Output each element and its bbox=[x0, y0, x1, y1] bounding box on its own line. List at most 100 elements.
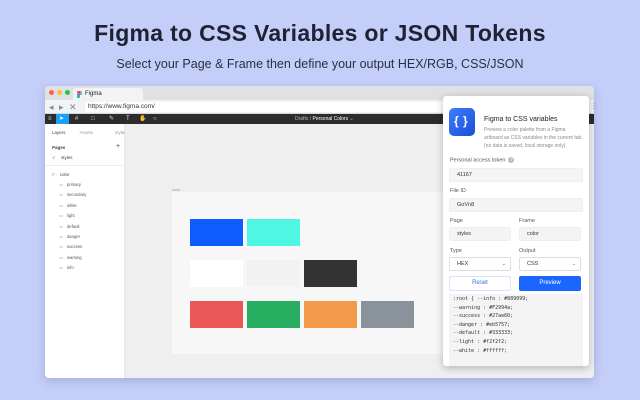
page-headline: Figma to CSS Variables or JSON Tokens bbox=[94, 20, 546, 46]
help-icon[interactable]: ? bbox=[508, 157, 515, 163]
code-line: :root { --info : #889099; bbox=[453, 296, 529, 302]
layer-item-label: secondary bbox=[66, 192, 87, 198]
layer-item-white[interactable]: ▭ white bbox=[59, 203, 77, 208]
color-swatch[interactable] bbox=[304, 260, 357, 287]
breadcrumb-drafts[interactable]: Drafts bbox=[295, 116, 308, 122]
layer-item-warning[interactable]: ▭ warning bbox=[59, 255, 82, 260]
frame-tool-icon[interactable]: # bbox=[75, 115, 78, 123]
rectangle-icon: ▭ bbox=[59, 234, 63, 239]
browser-tab[interactable]: Figma bbox=[73, 88, 143, 100]
color-swatch[interactable] bbox=[190, 260, 243, 287]
text-tool-icon[interactable]: T bbox=[126, 115, 130, 123]
layer-frame-color[interactable]: # color bbox=[52, 172, 70, 177]
rectangle-icon: ▭ bbox=[59, 202, 63, 208]
layer-frame-label: color bbox=[59, 172, 70, 177]
browser-tab-title: Figma bbox=[85, 91, 102, 97]
layer-item-label: primary bbox=[66, 182, 81, 187]
output-label: Output bbox=[519, 248, 536, 254]
figma-logo-icon bbox=[77, 90, 82, 98]
breadcrumb: Drafts / Personal Colors ⌄ bbox=[295, 116, 354, 122]
check-icon: ✓ bbox=[52, 155, 56, 160]
layer-item-label: info bbox=[66, 265, 74, 271]
add-page-icon[interactable]: + bbox=[116, 143, 120, 150]
shape-tool-icon[interactable]: □ bbox=[91, 115, 95, 123]
rectangle-icon: ▭ bbox=[59, 182, 63, 187]
tab-layers[interactable]: Layers bbox=[52, 130, 66, 135]
code-line: --success : #27ae60; bbox=[453, 313, 514, 320]
code-line: --white : #ffffff; bbox=[453, 347, 508, 354]
frame-field[interactable]: color bbox=[519, 227, 581, 241]
token-field[interactable]: 41167 bbox=[449, 168, 583, 182]
color-swatch[interactable] bbox=[304, 301, 357, 328]
rectangle-icon: ▭ bbox=[59, 223, 63, 229]
extension-popup: {} Figma to CSS variables Preview a colo… bbox=[443, 96, 589, 366]
color-frame[interactable] bbox=[172, 192, 444, 354]
color-swatch[interactable] bbox=[247, 219, 300, 246]
extension-title: Figma to CSS variables bbox=[484, 116, 558, 123]
css-output-code[interactable]: :root { --info : #889099; --warning : #F2… bbox=[449, 294, 583, 366]
layer-item-danger[interactable]: ▭ danger bbox=[59, 234, 80, 239]
layer-item-label: success bbox=[66, 244, 83, 250]
sidebar-divider bbox=[45, 165, 125, 166]
cursor-icon: ➤ bbox=[59, 116, 65, 122]
rectangle-icon: ▭ bbox=[59, 244, 63, 250]
layer-item-label: default bbox=[66, 223, 80, 229]
file-id-label: File ID bbox=[450, 188, 466, 194]
type-select[interactable]: HEX ⌄ bbox=[449, 257, 511, 271]
layer-item-success[interactable]: ▭ success bbox=[59, 244, 82, 249]
chevron-down-icon: ⌄ bbox=[501, 261, 506, 267]
comment-tool-icon[interactable]: ○ bbox=[153, 115, 157, 123]
frame-icon: # bbox=[52, 172, 55, 177]
layer-item-secondary[interactable]: ▭ secondary bbox=[59, 192, 86, 197]
page-subheadline: Select your Page & Frame then define you… bbox=[116, 57, 524, 71]
close-window-dot[interactable] bbox=[49, 90, 54, 95]
reset-button[interactable]: Reset bbox=[449, 276, 511, 291]
breadcrumb-file-name[interactable]: Personal Colors bbox=[313, 116, 349, 122]
color-swatch[interactable] bbox=[247, 301, 300, 328]
color-swatch[interactable] bbox=[190, 219, 243, 246]
code-line: --light : #f2f2f2; bbox=[453, 338, 508, 345]
rectangle-icon: ▭ bbox=[59, 192, 63, 198]
token-label: Personal access token? bbox=[450, 157, 515, 164]
type-select-value: HEX bbox=[457, 261, 469, 267]
forward-arrow-icon[interactable]: ▸ bbox=[59, 101, 64, 113]
more-menu-icon[interactable]: ⋮ bbox=[590, 101, 594, 110]
code-line: --warning : #F2994a; bbox=[453, 304, 514, 311]
chevron-down-icon: ⌄ bbox=[571, 261, 576, 267]
layer-item-primary[interactable]: ▭ primary bbox=[59, 182, 81, 187]
pages-heading: Pages bbox=[52, 145, 66, 150]
color-swatch[interactable] bbox=[361, 301, 414, 328]
output-select-value: CSS bbox=[527, 261, 539, 267]
chevron-down-icon[interactable]: ⌄ bbox=[349, 116, 353, 122]
page-item-label: styles bbox=[61, 155, 73, 160]
layer-item-label: white bbox=[66, 202, 77, 208]
file-id-field[interactable]: GoVn8 bbox=[449, 198, 583, 212]
close-icon[interactable]: ✕ bbox=[69, 101, 77, 113]
frame-field-label: Frame bbox=[519, 218, 535, 224]
code-line: --default : #333333; bbox=[453, 330, 514, 337]
layer-item-info[interactable]: ▭ info bbox=[59, 265, 74, 270]
pen-tool-icon[interactable]: ✎ bbox=[109, 115, 114, 123]
extension-description: Preview a color palette from a Figma art… bbox=[484, 127, 583, 149]
extension-logo-icon: {} bbox=[449, 108, 475, 136]
minimize-window-dot[interactable] bbox=[57, 90, 62, 95]
layer-item-light[interactable]: ▭ light bbox=[59, 213, 75, 218]
page-field[interactable]: styles bbox=[449, 227, 511, 241]
type-label: Type bbox=[450, 248, 462, 254]
layer-item-label: warning bbox=[66, 254, 82, 260]
layer-item-label: danger bbox=[66, 234, 81, 239]
maximize-window-dot[interactable] bbox=[65, 90, 70, 95]
layer-item-default[interactable]: ▭ default bbox=[59, 224, 80, 229]
tab-assets[interactable]: Assets bbox=[80, 130, 94, 135]
sidebar-tabs: Layers Assets styles bbox=[52, 130, 127, 135]
main-menu-icon[interactable]: ≡ bbox=[48, 115, 52, 123]
back-arrow-icon[interactable]: ◂ bbox=[49, 101, 54, 113]
color-swatch[interactable] bbox=[247, 260, 300, 287]
layers-sidebar: Layers Assets styles Pages + ✓ styles # … bbox=[45, 124, 127, 378]
color-swatch[interactable] bbox=[190, 301, 243, 328]
preview-button[interactable]: Preview bbox=[519, 276, 581, 291]
output-select[interactable]: CSS ⌄ bbox=[519, 257, 581, 271]
window-controls bbox=[49, 90, 70, 95]
page-item-styles[interactable]: ✓ styles bbox=[52, 155, 73, 161]
hand-tool-icon[interactable]: ✋ bbox=[139, 115, 146, 123]
